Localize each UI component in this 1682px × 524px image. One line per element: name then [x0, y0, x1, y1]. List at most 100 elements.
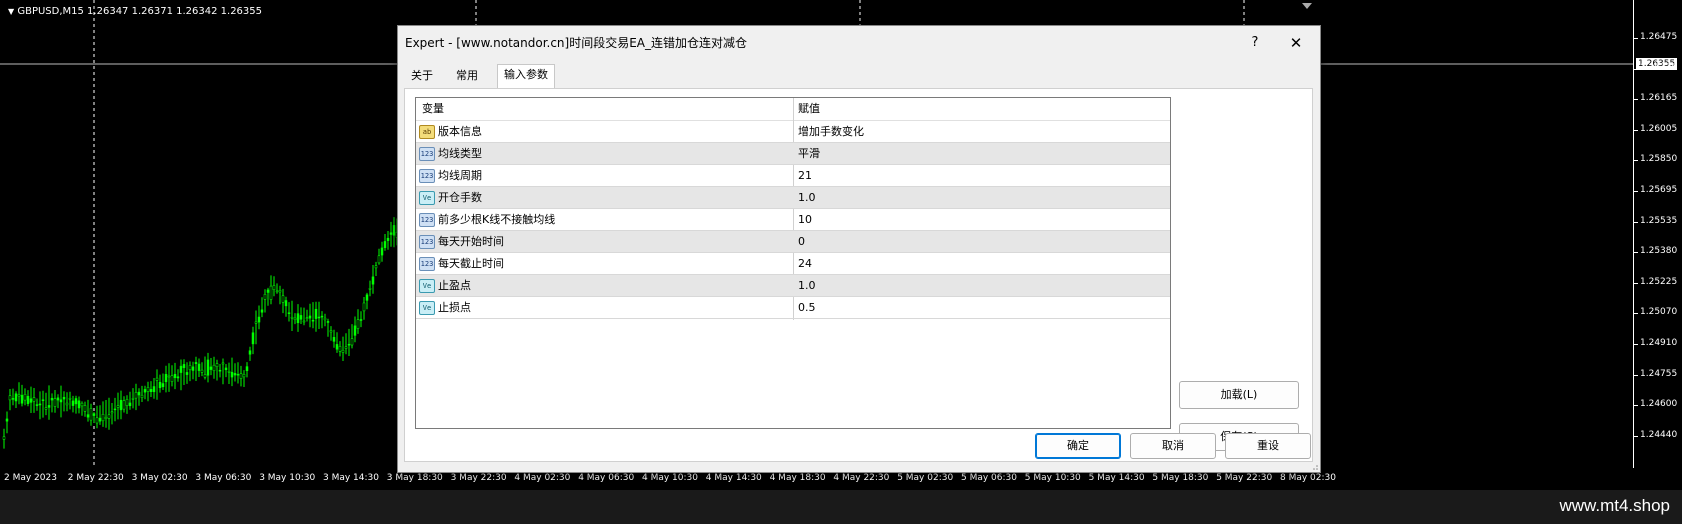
time-label: 4 May 18:30 — [769, 473, 826, 483]
candle-body — [302, 320, 306, 323]
candle-body — [296, 313, 300, 324]
candle-body — [134, 392, 138, 399]
price-tick — [1634, 252, 1638, 254]
candle-body — [293, 317, 297, 320]
candle-body — [119, 399, 123, 411]
reset-button[interactable]: 重设 — [1225, 433, 1311, 459]
candle-body — [146, 387, 150, 392]
candle-body — [221, 362, 225, 365]
candle-body — [20, 394, 24, 404]
candle-body — [209, 366, 213, 370]
candle-body — [140, 394, 144, 398]
candle-body — [158, 381, 162, 389]
param-name: 每天开始时间 — [438, 235, 504, 248]
table-row[interactable]: 123 每天开始时间 0 — [416, 231, 1170, 253]
candle-body — [380, 247, 384, 256]
tab-about[interactable]: 关于 — [405, 66, 439, 86]
time-label: 3 May 02:30 — [131, 473, 188, 483]
table-row[interactable]: 123 前多少根K线不接触均线 10 — [416, 209, 1170, 231]
time-label: 4 May 14:30 — [705, 473, 762, 483]
candle-body — [164, 374, 168, 383]
param-name: 开仓手数 — [438, 191, 482, 204]
price-tick — [1634, 435, 1638, 437]
param-value[interactable]: 0 — [798, 231, 805, 252]
candle-body — [317, 316, 321, 319]
candle-body — [95, 417, 99, 424]
candle-body — [11, 398, 15, 400]
time-label: 3 May 14:30 — [323, 473, 379, 483]
candle-body — [386, 237, 390, 241]
candle-body — [77, 400, 81, 409]
candle-body — [224, 367, 228, 371]
candle-body — [344, 346, 348, 349]
symbol-quote: GBPUSD,M15 1.26347 1.26371 1.26342 1.263… — [17, 6, 263, 17]
candle-body — [113, 408, 117, 411]
param-value[interactable]: 1.0 — [798, 275, 816, 296]
candle-body — [272, 285, 276, 290]
load-button[interactable]: 加载(L) — [1179, 381, 1299, 409]
param-name: 止盈点 — [438, 279, 471, 292]
table-row[interactable]: Ve 止损点 0.5 — [416, 297, 1170, 319]
candle-body — [98, 417, 102, 422]
param-value[interactable]: 24 — [798, 253, 812, 274]
column-header-variable[interactable]: 变量 — [422, 98, 444, 120]
candle-body — [269, 285, 273, 300]
candle-body — [173, 373, 177, 379]
price-axis[interactable]: 1.26355 1.26475 1.26320 1.26165 1.26005 1.25… — [1634, 0, 1682, 468]
table-row[interactable]: Ve 止盈点 1.0 — [416, 275, 1170, 297]
time-label: 4 May 22:30 — [833, 473, 890, 483]
candle-body — [125, 399, 129, 406]
help-button[interactable]: ? — [1243, 32, 1267, 54]
param-name: 均线周期 — [438, 169, 482, 182]
candle-body — [245, 366, 249, 371]
candle-body — [260, 309, 264, 313]
candle-body — [41, 399, 45, 401]
time-label: 2 May 2023 — [4, 473, 57, 483]
candle-body — [371, 276, 375, 285]
dropdown-triangle-icon[interactable]: ▼ — [8, 7, 14, 16]
price-tick — [1634, 221, 1638, 223]
param-value[interactable]: 10 — [798, 209, 812, 230]
table-row[interactable]: 123 每天截止时间 24 — [416, 253, 1170, 275]
candle-body — [32, 397, 36, 402]
cancel-button[interactable]: 取消 — [1130, 433, 1216, 459]
candle-body — [266, 289, 270, 293]
candle-body — [29, 398, 33, 403]
candle-body — [68, 397, 72, 400]
tab-input-parameters[interactable]: 输入参数 — [497, 64, 555, 88]
resize-grip-icon[interactable] — [1310, 462, 1318, 470]
candle-body — [80, 402, 84, 407]
param-value[interactable]: 增加手数变化 — [798, 121, 864, 142]
candle-body — [257, 316, 261, 323]
param-value[interactable]: 平滑 — [798, 143, 820, 164]
table-row[interactable]: 123 均线类型 平滑 — [416, 143, 1170, 165]
table-row[interactable]: ab 版本信息 增加手数变化 — [416, 121, 1170, 143]
candle-body — [185, 372, 189, 375]
candle-body — [116, 405, 120, 408]
price-tick — [1634, 68, 1638, 70]
ok-button[interactable]: 确定 — [1035, 433, 1121, 459]
time-label: 4 May 02:30 — [514, 473, 571, 483]
tab-common[interactable]: 常用 — [450, 66, 484, 86]
param-name: 前多少根K线不接触均线 — [438, 213, 556, 226]
candle-body — [194, 362, 198, 364]
candle-body — [107, 414, 111, 419]
param-name: 均线类型 — [438, 147, 482, 160]
candle-body — [65, 402, 69, 406]
param-value[interactable]: 1.0 — [798, 187, 816, 208]
close-button[interactable]: ✕ — [1284, 32, 1308, 54]
candle-body — [89, 408, 93, 421]
price-tick — [1634, 38, 1638, 39]
price-tick — [1634, 405, 1638, 407]
table-row[interactable]: Ve 开仓手数 1.0 — [416, 187, 1170, 209]
price-tick — [1634, 282, 1638, 284]
candle-body — [23, 394, 27, 401]
param-value[interactable]: 0.5 — [798, 297, 816, 318]
candle-body — [44, 407, 48, 410]
table-row[interactable]: 123 均线周期 21 — [416, 165, 1170, 187]
candle-body — [56, 397, 60, 401]
param-value[interactable]: 21 — [798, 165, 812, 186]
candle-body — [251, 332, 255, 345]
price-label: 1.26475 — [1640, 32, 1678, 42]
column-header-value[interactable]: 赋值 — [798, 98, 820, 120]
